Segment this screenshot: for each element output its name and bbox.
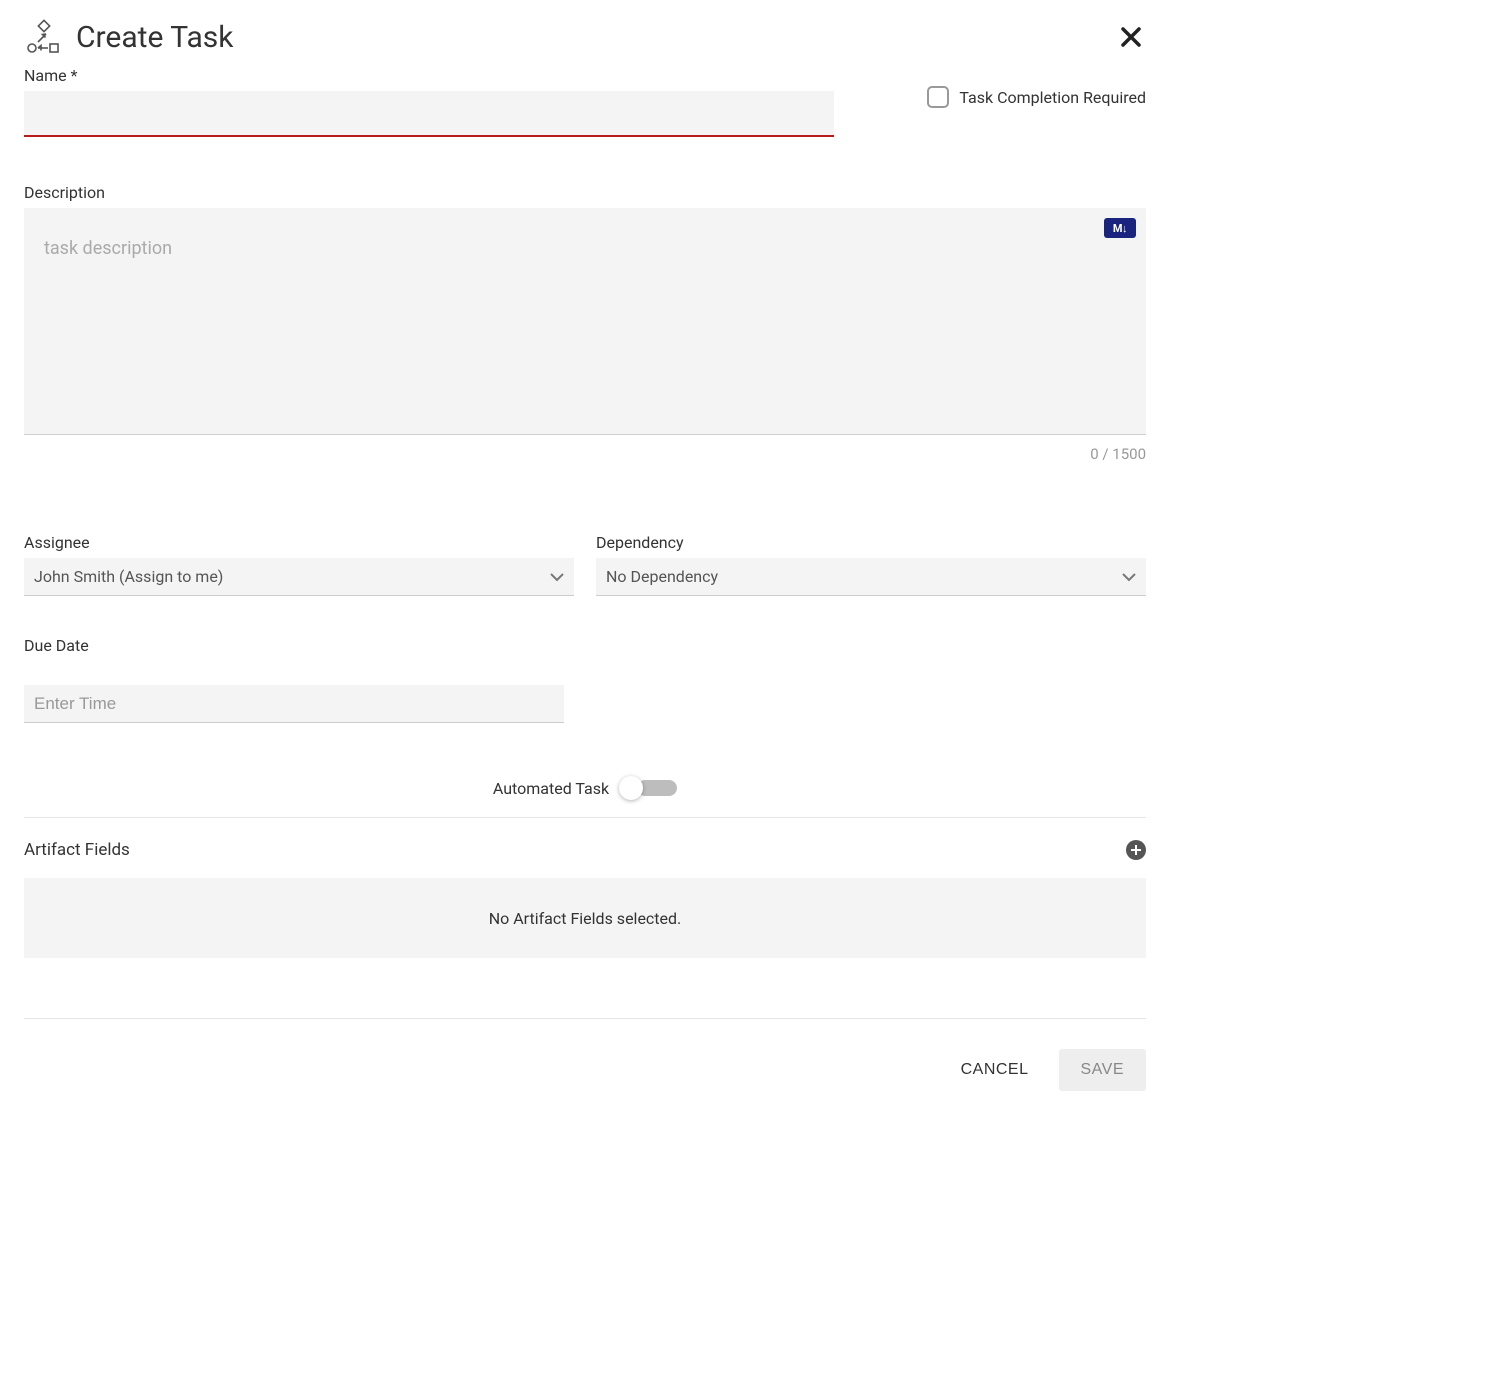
description-label: Description xyxy=(24,183,1146,202)
completion-required-label: Task Completion Required xyxy=(959,88,1146,107)
due-date-label: Due Date xyxy=(24,636,1146,655)
chevron-down-icon xyxy=(548,568,566,586)
add-artifact-button[interactable] xyxy=(1126,840,1146,860)
dialog-header: Create Task xyxy=(24,18,1146,56)
create-task-dialog: Create Task Name * Task Completion Requi… xyxy=(24,18,1146,1121)
dialog-footer: CANCEL SAVE xyxy=(24,1049,1146,1121)
name-label: Name * xyxy=(24,66,834,85)
artifact-fields-label: Artifact Fields xyxy=(24,840,130,860)
automated-task-row: Automated Task xyxy=(24,777,1146,818)
assignee-dependency-row: Assignee John Smith (Assign to me) Depen… xyxy=(24,533,1146,596)
artifact-fields-empty: No Artifact Fields selected. xyxy=(24,878,1146,958)
automated-task-toggle[interactable] xyxy=(619,777,677,799)
plus-icon xyxy=(1130,844,1142,856)
description-textarea[interactable] xyxy=(24,208,1146,430)
name-input[interactable] xyxy=(24,91,834,137)
chevron-down-icon xyxy=(1120,568,1138,586)
assignee-label: Assignee xyxy=(24,533,574,552)
save-button[interactable]: SAVE xyxy=(1059,1049,1147,1091)
due-date-wrap xyxy=(24,685,564,723)
assignee-value: John Smith (Assign to me) xyxy=(34,567,223,586)
description-wrapper: M↓ xyxy=(24,208,1146,435)
assignee-select[interactable]: John Smith (Assign to me) xyxy=(24,558,574,596)
dependency-select[interactable]: No Dependency xyxy=(596,558,1146,596)
close-icon xyxy=(1120,26,1142,48)
description-char-count: 0 / 1500 xyxy=(24,445,1146,463)
dependency-column: Dependency No Dependency xyxy=(596,533,1146,596)
header-left: Create Task xyxy=(24,18,233,56)
due-date-input[interactable] xyxy=(24,685,564,723)
footer-separator xyxy=(24,1018,1146,1019)
dependency-value: No Dependency xyxy=(606,567,718,586)
toggle-track xyxy=(637,780,677,796)
workflow-icon xyxy=(24,18,62,56)
description-section: Description M↓ 0 / 1500 xyxy=(24,183,1146,463)
assignee-column: Assignee John Smith (Assign to me) xyxy=(24,533,574,596)
name-row: Name * Task Completion Required xyxy=(24,66,1146,137)
automated-task-label: Automated Task xyxy=(493,779,609,798)
cancel-button[interactable]: CANCEL xyxy=(951,1049,1039,1091)
close-button[interactable] xyxy=(1116,22,1146,52)
markdown-icon[interactable]: M↓ xyxy=(1104,218,1136,238)
dependency-label: Dependency xyxy=(596,533,1146,552)
dialog-title: Create Task xyxy=(76,20,233,55)
artifact-fields-header: Artifact Fields xyxy=(24,840,1146,860)
completion-required-row[interactable]: Task Completion Required xyxy=(927,86,1146,108)
due-date-section: Due Date xyxy=(24,636,1146,723)
name-column: Name * xyxy=(24,66,834,137)
completion-required-checkbox[interactable] xyxy=(927,86,949,108)
toggle-thumb xyxy=(619,776,643,800)
